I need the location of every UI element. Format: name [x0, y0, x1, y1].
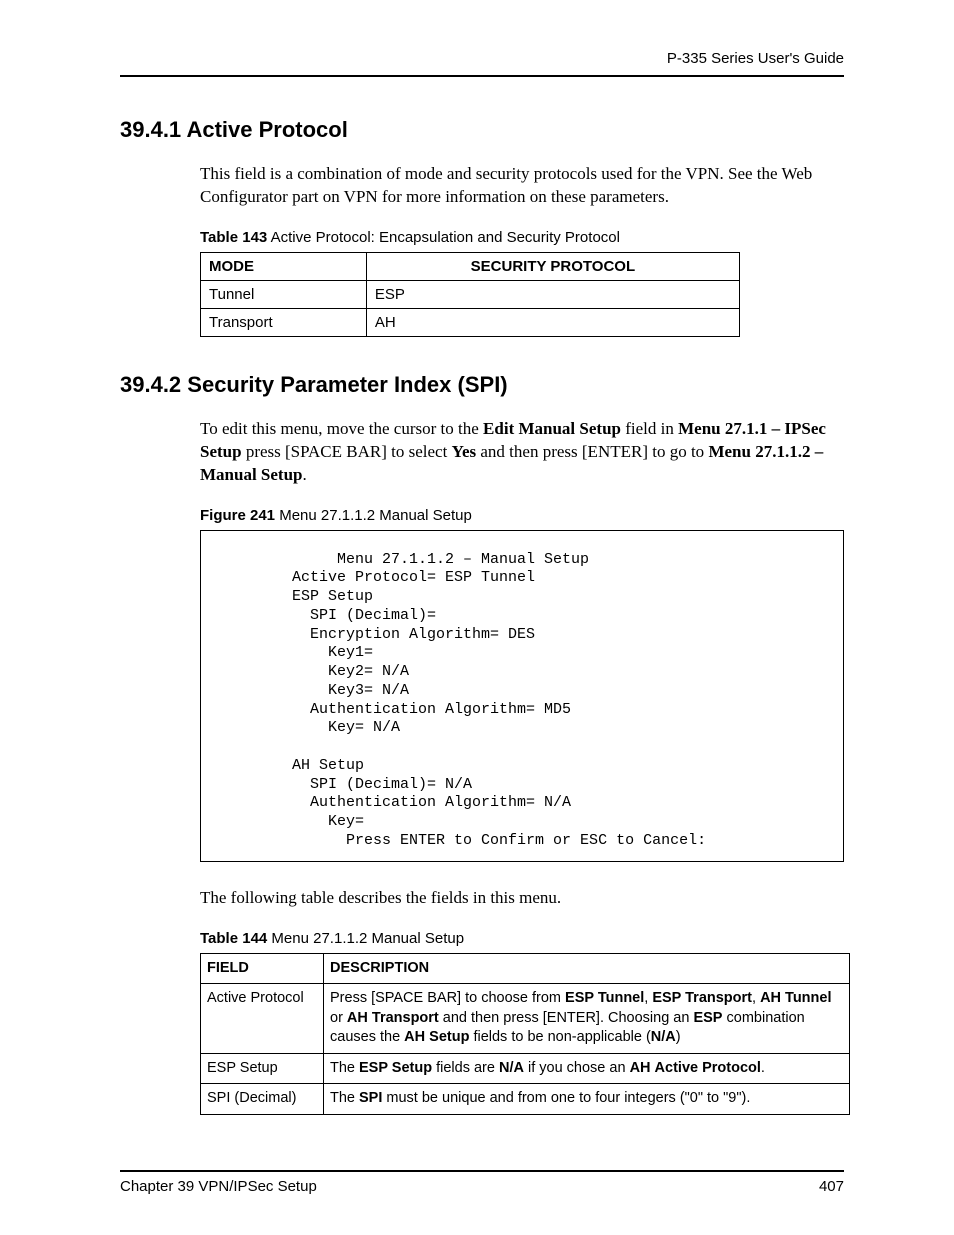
footer-page-number: 407 — [819, 1178, 844, 1195]
section2-paragraph: To edit this menu, move the cursor to th… — [120, 418, 844, 487]
table-row: ESP Setup The ESP Setup fields are N/A i… — [201, 1053, 850, 1084]
table-row: Tunnel ESP — [201, 280, 740, 308]
figure-241-content: Menu 27.1.1.2 – Manual Setup Active Prot… — [200, 530, 844, 862]
table-row: Transport AH — [201, 308, 740, 336]
table-row: SPI (Decimal) The SPI must be unique and… — [201, 1084, 850, 1115]
cell-description: Press [SPACE BAR] to choose from ESP Tun… — [324, 984, 850, 1054]
table-header-row: FIELD DESCRIPTION — [201, 953, 850, 984]
table-144-caption: Table 144 Menu 27.1.1.2 Manual Setup — [120, 930, 844, 947]
cell-field: ESP Setup — [201, 1053, 324, 1084]
after-figure-paragraph: The following table describes the fields… — [120, 887, 844, 910]
page-footer: Chapter 39 VPN/IPSec Setup 407 — [120, 1170, 844, 1195]
section1-paragraph: This field is a combination of mode and … — [120, 163, 844, 209]
table-144-label: Table 144 — [200, 930, 267, 947]
footer-chapter: Chapter 39 VPN/IPSec Setup — [120, 1178, 317, 1195]
cell-mode: Transport — [201, 308, 367, 336]
cell-proto: ESP — [366, 280, 739, 308]
table-143-title: Active Protocol: Encapsulation and Secur… — [267, 229, 620, 246]
document-page: P-335 Series User's Guide 39.4.1 Active … — [0, 0, 954, 1235]
col-security-protocol: SECURITY PROTOCOL — [366, 252, 739, 280]
guide-title: P-335 Series User's Guide — [667, 50, 844, 67]
table-row: Active Protocol Press [SPACE BAR] to cho… — [201, 984, 850, 1054]
col-mode: MODE — [201, 252, 367, 280]
cell-proto: AH — [366, 308, 739, 336]
table-143-label: Table 143 — [200, 229, 267, 246]
cell-mode: Tunnel — [201, 280, 367, 308]
figure-241-title: Menu 27.1.1.2 Manual Setup — [275, 507, 472, 524]
cell-description: The SPI must be unique and from one to f… — [324, 1084, 850, 1115]
figure-241-caption: Figure 241 Menu 27.1.1.2 Manual Setup — [120, 507, 844, 524]
cell-field: SPI (Decimal) — [201, 1084, 324, 1115]
section-heading-active-protocol: 39.4.1 Active Protocol — [120, 117, 844, 143]
table-143: MODE SECURITY PROTOCOL Tunnel ESP Transp… — [200, 252, 740, 337]
section-heading-spi: 39.4.2 Security Parameter Index (SPI) — [120, 372, 844, 398]
page-header: P-335 Series User's Guide — [120, 50, 844, 77]
table-header-row: MODE SECURITY PROTOCOL — [201, 252, 740, 280]
table-143-caption: Table 143 Active Protocol: Encapsulation… — [120, 229, 844, 246]
table-144: FIELD DESCRIPTION Active Protocol Press … — [200, 953, 850, 1115]
col-description: DESCRIPTION — [324, 953, 850, 984]
figure-241-label: Figure 241 — [200, 507, 275, 524]
cell-field: Active Protocol — [201, 984, 324, 1054]
col-field: FIELD — [201, 953, 324, 984]
cell-description: The ESP Setup fields are N/A if you chos… — [324, 1053, 850, 1084]
table-144-title: Menu 27.1.1.2 Manual Setup — [267, 930, 464, 947]
